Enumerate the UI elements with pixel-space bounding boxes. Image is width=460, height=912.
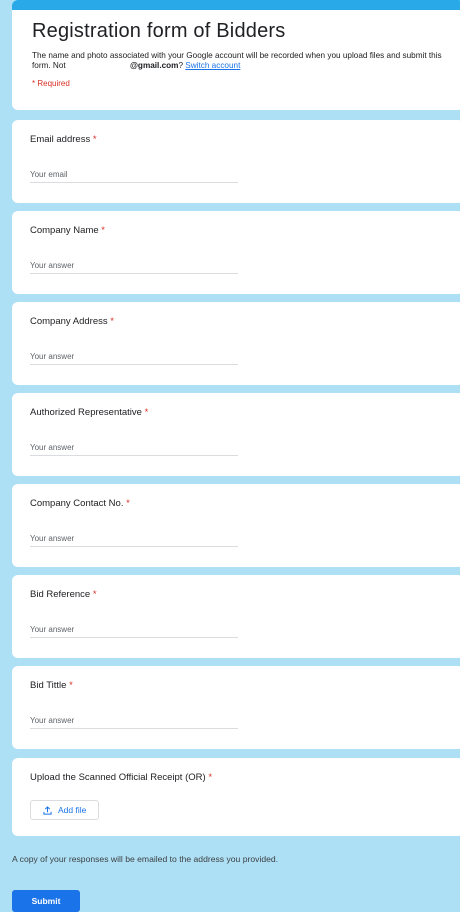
form-description: The name and photo associated with your …: [32, 51, 452, 71]
question-upload-receipt: Upload the Scanned Official Receipt (OR)…: [12, 758, 460, 836]
question-label: Bid Reference *: [30, 589, 460, 600]
add-file-label: Add file: [58, 805, 87, 815]
required-star: *: [92, 589, 97, 600]
question-label-text: Authorized Representative: [30, 407, 142, 418]
copy-responses-note: A copy of your responses will be emailed…: [12, 854, 279, 864]
question-bid-title: Bid Tittle * Your answer: [12, 666, 460, 749]
question-label-text: Company Name: [30, 225, 99, 236]
question-label-text: Bid Tittle: [30, 680, 67, 691]
required-star: *: [126, 498, 130, 509]
form-header-card: Registration form of Bidders The name an…: [12, 0, 460, 110]
add-file-button[interactable]: Add file: [30, 800, 100, 820]
question-label-text: Bid Reference: [30, 589, 91, 600]
question-label: Authorized Representative *: [30, 407, 460, 418]
authorized-representative-input[interactable]: Your answer: [30, 443, 238, 456]
switch-account-link[interactable]: Switch account: [185, 61, 240, 70]
question-label: Email address *: [30, 134, 460, 145]
required-star: *: [144, 407, 149, 418]
question-label-text: Upload the Scanned Official Receipt (OR): [30, 772, 206, 783]
question-label: Company Address *: [30, 316, 460, 327]
company-name-input[interactable]: Your answer: [30, 261, 238, 274]
question-company-contact: Company Contact No. * Your answer: [12, 484, 460, 567]
required-star: *: [92, 134, 97, 145]
question-label: Upload the Scanned Official Receipt (OR)…: [30, 772, 460, 783]
required-note: * Required: [32, 79, 70, 88]
form-page: Registration form of Bidders The name an…: [0, 0, 460, 912]
form-title: Registration form of Bidders: [32, 20, 286, 42]
company-address-input[interactable]: Your answer: [30, 352, 238, 365]
email-input[interactable]: Your email: [30, 170, 238, 183]
required-star: *: [110, 316, 114, 327]
question-label: Company Name *: [30, 225, 460, 236]
company-contact-input[interactable]: Your answer: [30, 534, 238, 547]
question-authorized-representative: Authorized Representative * Your answer: [12, 393, 460, 476]
question-label: Company Contact No. *: [30, 498, 460, 509]
upload-icon: [43, 805, 52, 815]
question-company-address: Company Address * Your answer: [12, 302, 460, 385]
required-star: *: [101, 225, 105, 236]
bid-title-input[interactable]: Your answer: [30, 716, 238, 729]
question-label-text: Company Address: [30, 316, 108, 327]
required-star: *: [208, 772, 213, 783]
submit-button[interactable]: Submit: [12, 890, 80, 912]
question-label-text: Company Contact No.: [30, 498, 124, 509]
question-email: Email address * Your email: [12, 120, 460, 203]
question-company-name: Company Name * Your answer: [12, 211, 460, 294]
question-label: Bid Tittle *: [30, 680, 460, 691]
account-email-domain: @gmail.com: [129, 61, 179, 70]
question-label-text: Email address: [30, 134, 91, 145]
bid-reference-input[interactable]: Your answer: [30, 625, 238, 638]
question-bid-reference: Bid Reference * Your answer: [12, 575, 460, 658]
required-star: *: [69, 680, 73, 691]
question-mark: ?: [178, 61, 183, 70]
